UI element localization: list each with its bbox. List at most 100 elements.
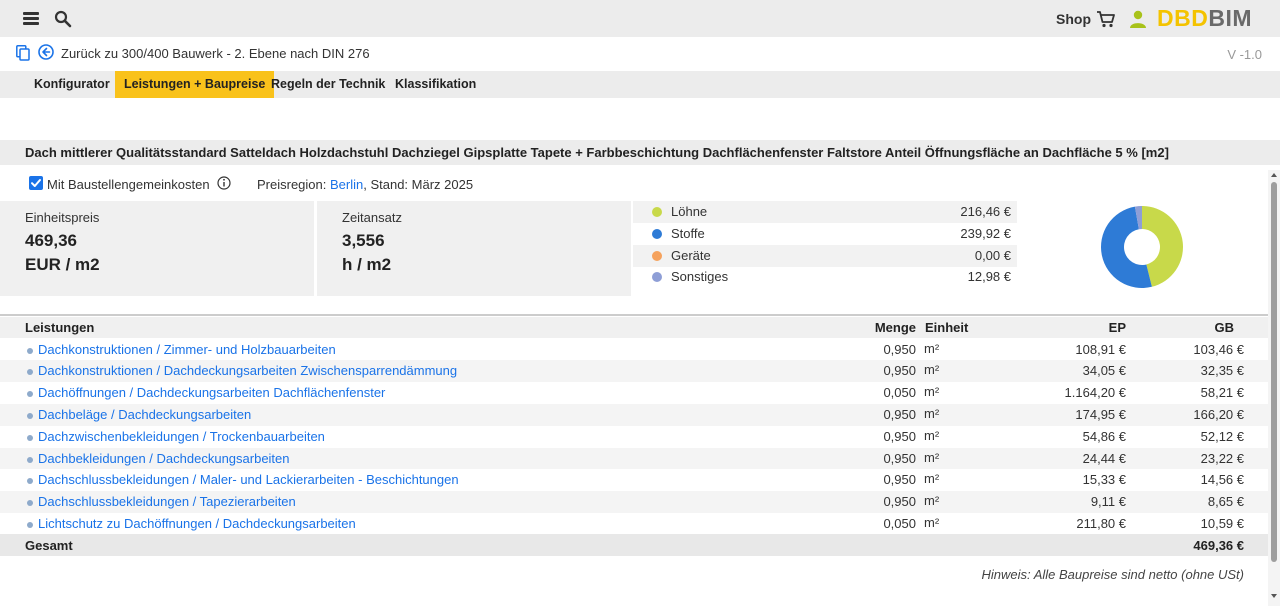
tab-bar: Konfigurator Leistungen + Baupreise Rege… (0, 71, 1280, 98)
cost-row: Geräte 0,00 € (633, 244, 1017, 267)
menge-cell: 0,950 (883, 363, 916, 379)
row-bullet (27, 456, 33, 463)
leistung-link[interactable]: Dachzwischenbekleidungen / Trockenbauarb… (38, 429, 325, 444)
unit-price-box: Einheitspreis 469,36 EUR / m2 (0, 201, 314, 296)
einheit-cell: m² (924, 340, 940, 356)
info-icon[interactable] (217, 176, 231, 190)
row-bullet (27, 500, 33, 507)
user-icon[interactable] (1129, 9, 1147, 29)
price-region: Preisregion: Berlin, Stand: März 2025 (257, 177, 474, 192)
cost-value: 0,00 € (974, 247, 1011, 263)
einheit-cell: m² (924, 405, 940, 421)
leistung-link[interactable]: Dachöffnungen / Dachdeckungsarbeiten Dac… (38, 385, 385, 400)
checkbox-label[interactable]: Mit Baustellengemeinkosten (47, 177, 210, 192)
leistung-link[interactable]: Dachschlussbekleidungen / Tapezierarbeit… (38, 494, 296, 509)
search-icon[interactable] (54, 10, 72, 28)
dbdbim-logo[interactable]: DBDBIM (1157, 5, 1252, 32)
total-row: Gesamt 469,36 € (0, 534, 1268, 556)
ep-cell: 174,95 € (1075, 406, 1126, 422)
leistung-link[interactable]: Dachkonstruktionen / Zimmer- und Holzbau… (38, 342, 336, 357)
leistung-link[interactable]: Dachbekleidungen / Dachdeckungsarbeiten (38, 451, 290, 466)
tab-konfigurator[interactable]: Konfigurator (25, 71, 119, 98)
gb-cell: 14,56 € (1200, 472, 1244, 488)
einheit-cell: m² (924, 449, 940, 465)
table-row: Dachzwischenbekleidungen / Trockenbauarb… (0, 426, 1268, 448)
row-bullet (27, 434, 33, 441)
legend-dot (652, 272, 662, 283)
ep-cell: 15,33 € (1082, 472, 1126, 488)
row-bullet (27, 391, 33, 398)
baustellengemeinkosten-checkbox[interactable] (29, 176, 43, 190)
time-label: Zeitansatz (342, 210, 402, 225)
time-value: 3,556 (342, 231, 385, 250)
table-row: Dachbekleidungen / Dachdeckungsarbeiten 0… (0, 447, 1268, 470)
row-bullet (27, 347, 33, 354)
ep-cell: 9,11 € (1090, 494, 1126, 510)
table-row: Dachschlussbekleidungen / Tapezierarbeit… (0, 491, 1268, 513)
menge-cell: 0,950 (883, 341, 916, 357)
cost-donut-chart (1101, 206, 1183, 288)
leistung-link[interactable]: Dachbeläge / Dachdeckungsarbeiten (38, 407, 251, 422)
scroll-thumb[interactable] (1271, 182, 1277, 562)
row-bullet (27, 412, 33, 419)
gb-cell: 32,35 € (1200, 363, 1244, 379)
scrollbar[interactable] (1268, 170, 1280, 606)
item-title: Dach mittlerer Qualitätsstandard Satteld… (0, 140, 1280, 165)
region-link-berlin[interactable]: Berlin (330, 177, 363, 192)
hamburger-menu-icon[interactable] (23, 12, 39, 26)
legend-dot (652, 228, 662, 239)
cost-row: Sonstiges 12,98 € (633, 266, 1017, 288)
gb-cell: 10,59 € (1200, 515, 1244, 531)
scroll-down-arrow[interactable] (1271, 594, 1277, 598)
ep-cell: 24,44 € (1082, 450, 1126, 466)
menge-cell: 0,950 (883, 472, 916, 488)
breadcrumb-row: Zurück zu 300/400 Bauwerk - 2. Ebene nac… (0, 37, 1280, 71)
col-leistungen: Leistungen (25, 320, 95, 335)
cost-value: 12,98 € (967, 269, 1011, 285)
row-bullet (27, 369, 33, 376)
tab-klassifikation[interactable]: Klassifikation (386, 71, 485, 98)
cost-name: Sonstiges (671, 269, 729, 285)
unit-price-unit: EUR / m2 (25, 255, 100, 274)
menge-cell: 0,050 (883, 515, 916, 531)
back-arrow-icon[interactable] (38, 44, 54, 60)
gb-cell: 58,21 € (1200, 385, 1244, 401)
einheit-cell: m² (924, 384, 940, 400)
einheit-cell: m² (924, 471, 940, 487)
einheit-cell: m² (924, 493, 940, 509)
einheit-cell: m² (924, 514, 940, 530)
gb-cell: 8,65 € (1207, 494, 1244, 510)
table-divider (0, 314, 1268, 316)
cost-name: Stoffe (671, 225, 705, 241)
table-row: Dachbeläge / Dachdeckungsarbeiten 0,950 m²… (0, 403, 1268, 426)
cost-row: Stoffe 239,92 € (633, 223, 1017, 245)
leistung-link[interactable]: Lichtschutz zu Dachöffnungen / Dachdecku… (38, 516, 356, 531)
gb-cell: 23,22 € (1200, 450, 1244, 466)
col-einheit: Einheit (925, 320, 969, 335)
gb-cell: 166,20 € (1193, 406, 1244, 422)
tab-regeln-der-technik[interactable]: Regeln der Technik (262, 71, 394, 98)
table-row: Dachöffnungen / Dachdeckungsarbeiten Dac… (0, 382, 1268, 404)
table-row: Lichtschutz zu Dachöffnungen / Dachdecku… (0, 513, 1268, 535)
col-menge: Menge (874, 320, 916, 335)
einheit-cell: m² (924, 427, 940, 443)
back-link[interactable]: Zurück zu 300/400 Bauwerk - 2. Ebene nac… (61, 46, 370, 61)
scroll-up-arrow[interactable] (1271, 173, 1277, 177)
leistung-link[interactable]: Dachschlussbekleidungen / Maler- und Lac… (38, 472, 459, 487)
menge-cell: 0,950 (883, 494, 916, 510)
tab-leistungen-baupreise[interactable]: Leistungen + Baupreise (115, 71, 275, 98)
ep-cell: 211,80 € (1076, 515, 1126, 531)
cost-row: Löhne 216,46 € (633, 201, 1017, 223)
table-row: Dachkonstruktionen / Dachdeckungsarbeite… (0, 360, 1268, 383)
leistung-link[interactable]: Dachkonstruktionen / Dachdeckungsarbeite… (38, 363, 457, 378)
price-note: Hinweis: Alle Baupreise sind netto (ohne… (981, 567, 1244, 582)
cart-icon[interactable] (1096, 9, 1116, 29)
version-label: V -1.0 (1227, 47, 1262, 62)
col-ep: EP (1108, 320, 1126, 335)
copy-icon[interactable] (16, 45, 30, 61)
total-label: Gesamt (25, 538, 73, 553)
cost-name: Geräte (671, 247, 711, 263)
shop-link[interactable]: Shop (1056, 11, 1091, 27)
cost-value: 239,92 € (960, 225, 1011, 241)
col-gb: GB (1214, 320, 1235, 335)
